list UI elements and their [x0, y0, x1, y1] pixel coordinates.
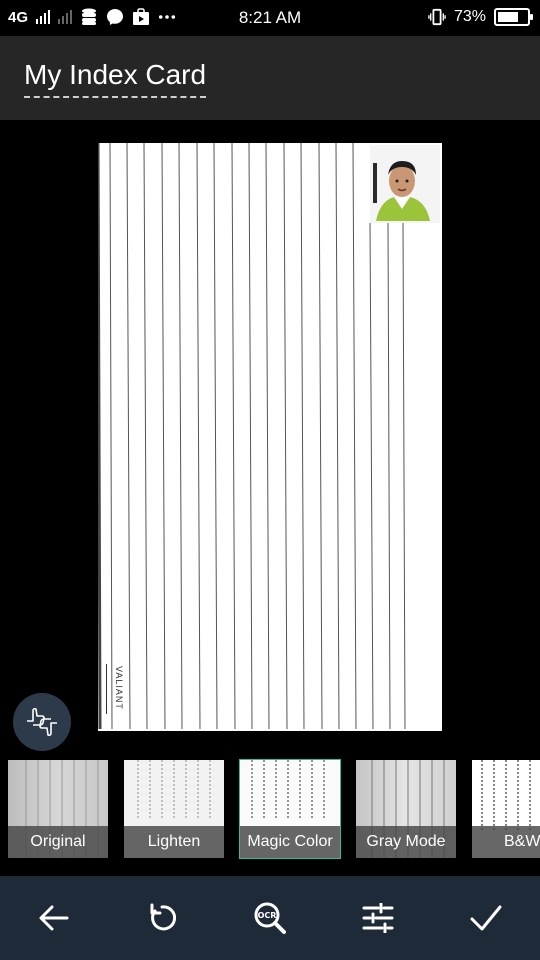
- thumbs-hands-icon: [27, 707, 57, 737]
- filter-magic-color-label: Magic Color: [240, 826, 340, 858]
- adjust-sliders-icon: [362, 903, 394, 933]
- filter-original-label: Original: [8, 826, 108, 858]
- bottom-toolbar: OCR: [0, 876, 540, 960]
- filter-bw-label: B&W: [472, 826, 540, 858]
- ocr-button[interactable]: OCR: [246, 894, 294, 942]
- document-title[interactable]: My Index Card: [24, 58, 206, 92]
- battery-percent: 73%: [453, 8, 486, 25]
- confirm-button[interactable]: [462, 894, 510, 942]
- card-photo: [370, 145, 440, 223]
- filter-lighten-label: Lighten: [124, 826, 224, 858]
- filter-magic-color[interactable]: Magic Color: [239, 759, 341, 859]
- filter-bw[interactable]: B&W: [472, 760, 540, 858]
- filter-lighten[interactable]: Lighten: [124, 760, 224, 858]
- card-brand-text: VALIANT: [114, 666, 124, 710]
- filter-gray-mode-label: Gray Mode: [356, 826, 456, 858]
- battery-icon: [494, 8, 533, 26]
- ocr-icon: OCR: [254, 902, 286, 934]
- app-header: My Index Card: [0, 36, 540, 120]
- document-title-field[interactable]: My Index Card: [24, 58, 207, 98]
- rotate-icon: [150, 903, 177, 931]
- back-button[interactable]: [30, 894, 78, 942]
- back-arrow-icon: [39, 905, 69, 931]
- vibrate-icon: [428, 8, 446, 26]
- card-ruled-lines: [98, 143, 440, 730]
- status-bar: 4G 8:21 AM 73%: [0, 0, 540, 36]
- scanned-index-card: [98, 143, 442, 731]
- adjust-button[interactable]: [354, 894, 402, 942]
- status-right-group: 73%: [428, 8, 533, 26]
- svg-text:OCR: OCR: [258, 911, 277, 920]
- gesture-compare-button[interactable]: [13, 693, 71, 751]
- filter-gray-mode[interactable]: Gray Mode: [356, 760, 456, 858]
- rotate-button[interactable]: [138, 894, 186, 942]
- title-dashed-underline: [24, 96, 207, 98]
- filter-original[interactable]: Original: [8, 760, 108, 858]
- confirm-check-icon: [470, 905, 502, 931]
- filter-strip: Original Lighten Magic Color Gray Mode B…: [0, 756, 540, 862]
